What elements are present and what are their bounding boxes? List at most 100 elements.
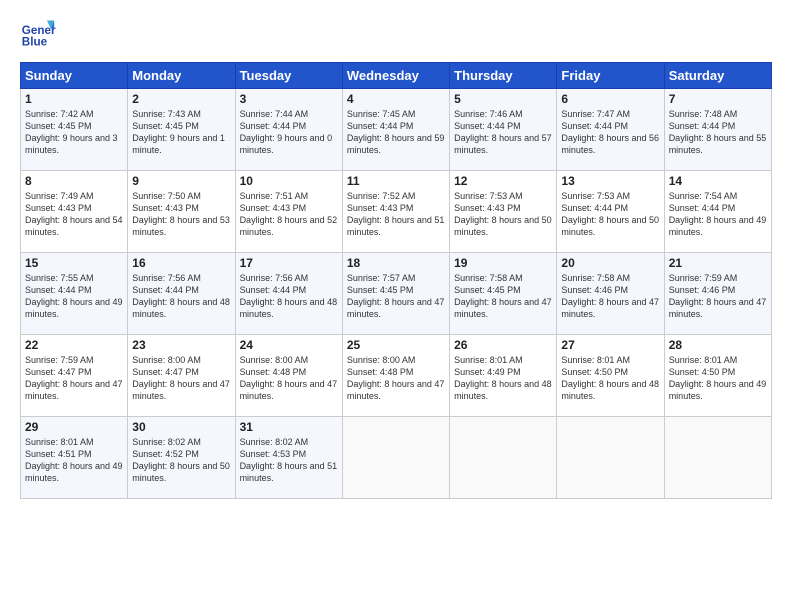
day-info: Sunrise: 8:00 AM Sunset: 4:48 PM Dayligh… bbox=[240, 354, 338, 403]
day-number: 25 bbox=[347, 338, 445, 352]
day-info: Sunrise: 7:59 AM Sunset: 4:47 PM Dayligh… bbox=[25, 354, 123, 403]
day-cell: 30 Sunrise: 8:02 AM Sunset: 4:52 PM Dayl… bbox=[128, 417, 235, 499]
day-number: 21 bbox=[669, 256, 767, 270]
day-cell: 15 Sunrise: 7:55 AM Sunset: 4:44 PM Dayl… bbox=[21, 253, 128, 335]
day-cell: 9 Sunrise: 7:50 AM Sunset: 4:43 PM Dayli… bbox=[128, 171, 235, 253]
day-number: 20 bbox=[561, 256, 659, 270]
header: General Blue bbox=[20, 16, 772, 52]
day-number: 24 bbox=[240, 338, 338, 352]
day-info: Sunrise: 7:50 AM Sunset: 4:43 PM Dayligh… bbox=[132, 190, 230, 239]
day-cell: 6 Sunrise: 7:47 AM Sunset: 4:44 PM Dayli… bbox=[557, 89, 664, 171]
week-row-2: 8 Sunrise: 7:49 AM Sunset: 4:43 PM Dayli… bbox=[21, 171, 772, 253]
day-number: 17 bbox=[240, 256, 338, 270]
day-cell: 31 Sunrise: 8:02 AM Sunset: 4:53 PM Dayl… bbox=[235, 417, 342, 499]
day-cell: 16 Sunrise: 7:56 AM Sunset: 4:44 PM Dayl… bbox=[128, 253, 235, 335]
day-cell: 24 Sunrise: 8:00 AM Sunset: 4:48 PM Dayl… bbox=[235, 335, 342, 417]
day-number: 11 bbox=[347, 174, 445, 188]
day-number: 19 bbox=[454, 256, 552, 270]
day-cell: 3 Sunrise: 7:44 AM Sunset: 4:44 PM Dayli… bbox=[235, 89, 342, 171]
day-cell: 1 Sunrise: 7:42 AM Sunset: 4:45 PM Dayli… bbox=[21, 89, 128, 171]
day-info: Sunrise: 7:52 AM Sunset: 4:43 PM Dayligh… bbox=[347, 190, 445, 239]
day-cell: 14 Sunrise: 7:54 AM Sunset: 4:44 PM Dayl… bbox=[664, 171, 771, 253]
day-info: Sunrise: 7:46 AM Sunset: 4:44 PM Dayligh… bbox=[454, 108, 552, 157]
day-number: 12 bbox=[454, 174, 552, 188]
page: General Blue SundayMondayTuesdayWednesda… bbox=[0, 0, 792, 612]
day-cell: 25 Sunrise: 8:00 AM Sunset: 4:48 PM Dayl… bbox=[342, 335, 449, 417]
day-cell: 8 Sunrise: 7:49 AM Sunset: 4:43 PM Dayli… bbox=[21, 171, 128, 253]
day-number: 8 bbox=[25, 174, 123, 188]
weekday-saturday: Saturday bbox=[664, 63, 771, 89]
day-cell: 19 Sunrise: 7:58 AM Sunset: 4:45 PM Dayl… bbox=[450, 253, 557, 335]
day-number: 26 bbox=[454, 338, 552, 352]
day-cell: 18 Sunrise: 7:57 AM Sunset: 4:45 PM Dayl… bbox=[342, 253, 449, 335]
day-number: 23 bbox=[132, 338, 230, 352]
calendar: SundayMondayTuesdayWednesdayThursdayFrid… bbox=[20, 62, 772, 499]
day-cell: 17 Sunrise: 7:56 AM Sunset: 4:44 PM Dayl… bbox=[235, 253, 342, 335]
day-cell: 13 Sunrise: 7:53 AM Sunset: 4:44 PM Dayl… bbox=[557, 171, 664, 253]
day-number: 2 bbox=[132, 92, 230, 106]
day-info: Sunrise: 7:54 AM Sunset: 4:44 PM Dayligh… bbox=[669, 190, 767, 239]
day-info: Sunrise: 7:48 AM Sunset: 4:44 PM Dayligh… bbox=[669, 108, 767, 157]
day-info: Sunrise: 7:56 AM Sunset: 4:44 PM Dayligh… bbox=[132, 272, 230, 321]
weekday-friday: Friday bbox=[557, 63, 664, 89]
week-row-1: 1 Sunrise: 7:42 AM Sunset: 4:45 PM Dayli… bbox=[21, 89, 772, 171]
day-number: 16 bbox=[132, 256, 230, 270]
day-info: Sunrise: 8:02 AM Sunset: 4:53 PM Dayligh… bbox=[240, 436, 338, 485]
day-cell: 23 Sunrise: 8:00 AM Sunset: 4:47 PM Dayl… bbox=[128, 335, 235, 417]
day-info: Sunrise: 8:02 AM Sunset: 4:52 PM Dayligh… bbox=[132, 436, 230, 485]
day-cell: 12 Sunrise: 7:53 AM Sunset: 4:43 PM Dayl… bbox=[450, 171, 557, 253]
week-row-4: 22 Sunrise: 7:59 AM Sunset: 4:47 PM Dayl… bbox=[21, 335, 772, 417]
weekday-thursday: Thursday bbox=[450, 63, 557, 89]
calendar-body: 1 Sunrise: 7:42 AM Sunset: 4:45 PM Dayli… bbox=[21, 89, 772, 499]
svg-text:Blue: Blue bbox=[22, 36, 48, 49]
week-row-3: 15 Sunrise: 7:55 AM Sunset: 4:44 PM Dayl… bbox=[21, 253, 772, 335]
day-info: Sunrise: 7:45 AM Sunset: 4:44 PM Dayligh… bbox=[347, 108, 445, 157]
day-info: Sunrise: 7:58 AM Sunset: 4:45 PM Dayligh… bbox=[454, 272, 552, 321]
day-cell: 10 Sunrise: 7:51 AM Sunset: 4:43 PM Dayl… bbox=[235, 171, 342, 253]
day-info: Sunrise: 8:00 AM Sunset: 4:48 PM Dayligh… bbox=[347, 354, 445, 403]
day-cell bbox=[557, 417, 664, 499]
day-number: 29 bbox=[25, 420, 123, 434]
day-info: Sunrise: 7:47 AM Sunset: 4:44 PM Dayligh… bbox=[561, 108, 659, 157]
day-info: Sunrise: 7:58 AM Sunset: 4:46 PM Dayligh… bbox=[561, 272, 659, 321]
weekday-monday: Monday bbox=[128, 63, 235, 89]
day-cell bbox=[342, 417, 449, 499]
day-info: Sunrise: 8:01 AM Sunset: 4:51 PM Dayligh… bbox=[25, 436, 123, 485]
day-number: 30 bbox=[132, 420, 230, 434]
day-cell: 11 Sunrise: 7:52 AM Sunset: 4:43 PM Dayl… bbox=[342, 171, 449, 253]
day-cell bbox=[664, 417, 771, 499]
day-info: Sunrise: 7:42 AM Sunset: 4:45 PM Dayligh… bbox=[25, 108, 123, 157]
weekday-tuesday: Tuesday bbox=[235, 63, 342, 89]
day-number: 18 bbox=[347, 256, 445, 270]
weekday-row: SundayMondayTuesdayWednesdayThursdayFrid… bbox=[21, 63, 772, 89]
day-cell: 27 Sunrise: 8:01 AM Sunset: 4:50 PM Dayl… bbox=[557, 335, 664, 417]
day-number: 22 bbox=[25, 338, 123, 352]
day-cell: 20 Sunrise: 7:58 AM Sunset: 4:46 PM Dayl… bbox=[557, 253, 664, 335]
day-info: Sunrise: 7:49 AM Sunset: 4:43 PM Dayligh… bbox=[25, 190, 123, 239]
calendar-header: SundayMondayTuesdayWednesdayThursdayFrid… bbox=[21, 63, 772, 89]
day-info: Sunrise: 7:59 AM Sunset: 4:46 PM Dayligh… bbox=[669, 272, 767, 321]
day-number: 28 bbox=[669, 338, 767, 352]
day-info: Sunrise: 7:57 AM Sunset: 4:45 PM Dayligh… bbox=[347, 272, 445, 321]
day-number: 31 bbox=[240, 420, 338, 434]
day-number: 27 bbox=[561, 338, 659, 352]
day-number: 15 bbox=[25, 256, 123, 270]
day-info: Sunrise: 7:53 AM Sunset: 4:44 PM Dayligh… bbox=[561, 190, 659, 239]
day-cell: 4 Sunrise: 7:45 AM Sunset: 4:44 PM Dayli… bbox=[342, 89, 449, 171]
day-info: Sunrise: 8:01 AM Sunset: 4:50 PM Dayligh… bbox=[561, 354, 659, 403]
week-row-5: 29 Sunrise: 8:01 AM Sunset: 4:51 PM Dayl… bbox=[21, 417, 772, 499]
day-cell: 26 Sunrise: 8:01 AM Sunset: 4:49 PM Dayl… bbox=[450, 335, 557, 417]
day-cell: 7 Sunrise: 7:48 AM Sunset: 4:44 PM Dayli… bbox=[664, 89, 771, 171]
day-number: 7 bbox=[669, 92, 767, 106]
day-number: 3 bbox=[240, 92, 338, 106]
day-cell: 28 Sunrise: 8:01 AM Sunset: 4:50 PM Dayl… bbox=[664, 335, 771, 417]
day-info: Sunrise: 7:44 AM Sunset: 4:44 PM Dayligh… bbox=[240, 108, 338, 157]
day-number: 14 bbox=[669, 174, 767, 188]
day-info: Sunrise: 8:00 AM Sunset: 4:47 PM Dayligh… bbox=[132, 354, 230, 403]
day-number: 5 bbox=[454, 92, 552, 106]
day-cell: 5 Sunrise: 7:46 AM Sunset: 4:44 PM Dayli… bbox=[450, 89, 557, 171]
day-number: 13 bbox=[561, 174, 659, 188]
day-info: Sunrise: 7:56 AM Sunset: 4:44 PM Dayligh… bbox=[240, 272, 338, 321]
day-info: Sunrise: 7:51 AM Sunset: 4:43 PM Dayligh… bbox=[240, 190, 338, 239]
day-cell: 21 Sunrise: 7:59 AM Sunset: 4:46 PM Dayl… bbox=[664, 253, 771, 335]
